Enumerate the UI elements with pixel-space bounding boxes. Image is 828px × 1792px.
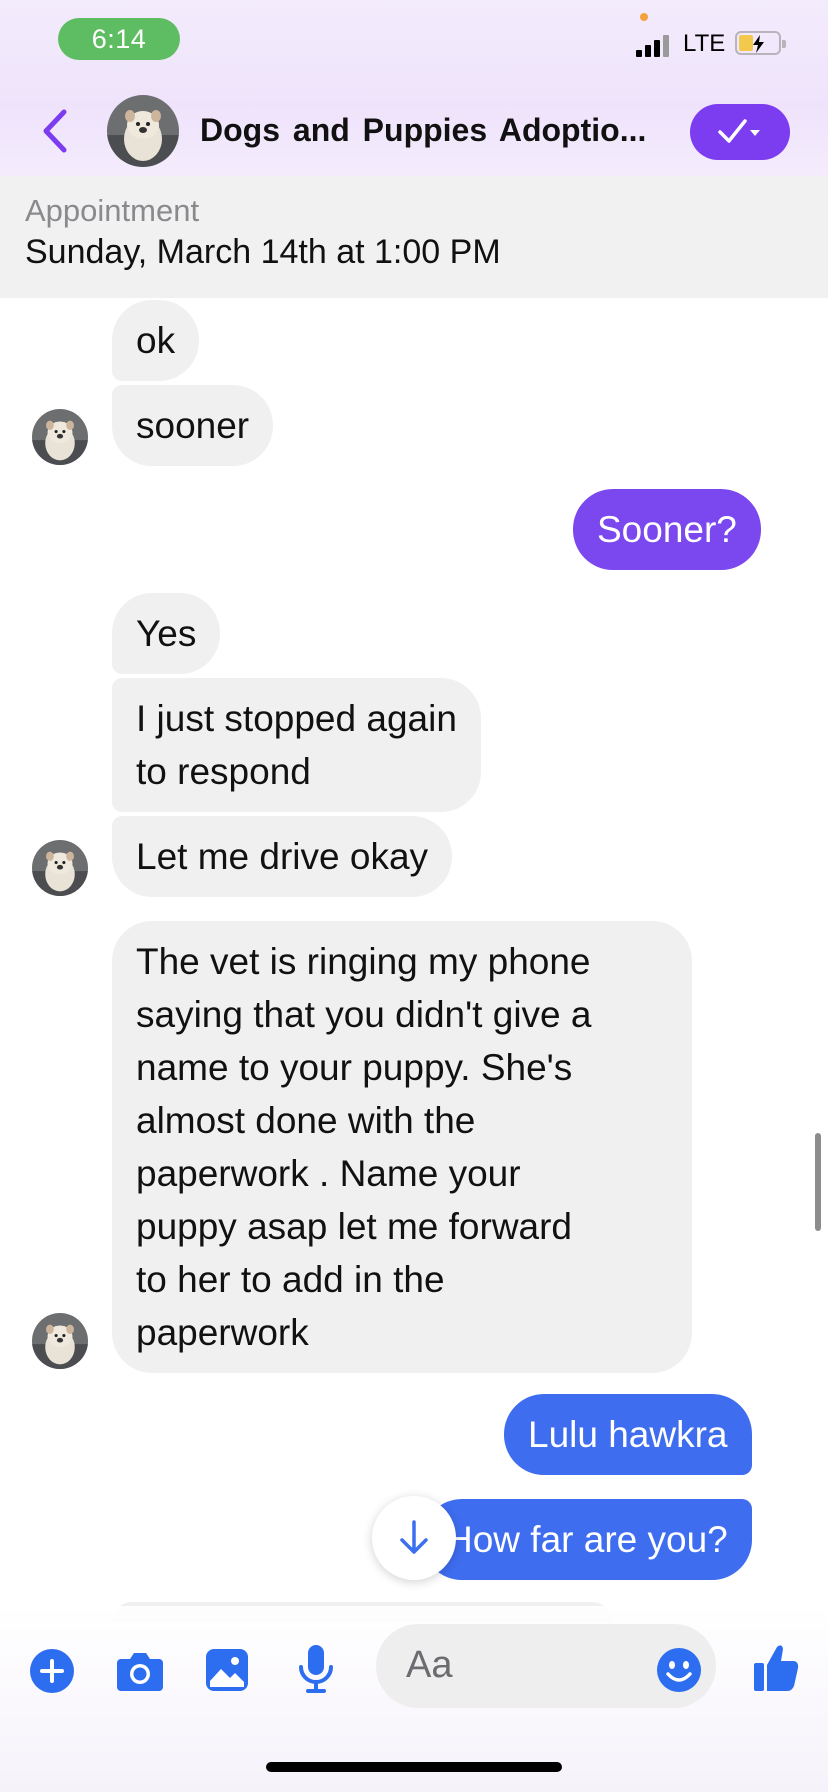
thumbs-up-icon	[754, 1645, 799, 1691]
privacy-indicator-dot	[640, 13, 648, 21]
microphone-icon	[299, 1645, 333, 1693]
gallery-button[interactable]	[204, 1647, 250, 1698]
message-text: How far are you?	[446, 1519, 728, 1560]
microphone-button[interactable]	[297, 1643, 335, 1700]
appointment-label: Appointment	[25, 193, 200, 228]
sender-avatar[interactable]	[32, 409, 88, 465]
message-text: Let me drive okay	[136, 836, 429, 877]
camera-button[interactable]	[115, 1649, 165, 1698]
camera-icon	[117, 1653, 163, 1691]
chat-title[interactable]: Dogs and Puppies Adoptio...	[200, 112, 646, 149]
incoming-message[interactable]: Let me drive okay	[112, 816, 453, 897]
message-text-line: paperwork . Name your	[136, 1153, 521, 1194]
emoji-icon	[657, 1648, 701, 1692]
message-input-placeholder: Aa	[406, 1644, 453, 1686]
verify-menu-button[interactable]	[690, 104, 790, 160]
incoming-message[interactable]: sooner	[112, 385, 274, 466]
incoming-message[interactable]: The vet is ringing my phone saying that …	[112, 921, 692, 1373]
message-text-line: I just stopped again	[136, 698, 457, 739]
sender-avatar[interactable]	[32, 840, 88, 896]
appointment-date: Sunday, March 14th at 1:00 PM	[25, 233, 501, 271]
message-text-line: puppy asap let me forward	[136, 1206, 573, 1247]
incoming-message[interactable]: ok	[112, 300, 200, 381]
back-button[interactable]	[40, 108, 70, 154]
appointment-banner[interactable]: Appointment Sunday, March 14th at 1:00 P…	[0, 176, 828, 298]
plus-icon	[30, 1649, 74, 1693]
message-text-line: to respond	[136, 751, 311, 792]
plus-button[interactable]	[30, 1649, 74, 1698]
scroll-to-bottom-button[interactable]	[372, 1496, 456, 1580]
message-text: Sooner?	[597, 509, 737, 550]
scroll-indicator[interactable]	[815, 1133, 821, 1231]
arrow-down-icon	[400, 1520, 428, 1554]
outgoing-message[interactable]: Sooner?	[573, 489, 761, 570]
message-text-line: saying that you didn't give a	[136, 994, 592, 1035]
contact-avatar[interactable]	[107, 95, 179, 167]
check-dropdown-icon	[718, 119, 760, 143]
message-text: Yes	[136, 613, 197, 654]
message-text: ok	[136, 320, 176, 361]
message-text: sooner	[136, 405, 250, 446]
top-header: 6:14 LTE Dogs and Puppies Adoptio...	[0, 0, 828, 176]
outgoing-message[interactable]: How far are you?	[422, 1499, 752, 1580]
home-indicator[interactable]	[266, 1762, 562, 1772]
status-time: 6:14	[58, 18, 180, 60]
message-text: Lulu hawkra	[528, 1414, 728, 1455]
message-text-line: name to your puppy. She's	[136, 1047, 573, 1088]
message-text-line: The vet is ringing my phone	[136, 941, 591, 982]
emoji-button[interactable]	[656, 1647, 702, 1698]
chevron-left-icon	[43, 109, 67, 153]
outgoing-message[interactable]: Lulu hawkra	[504, 1394, 752, 1475]
image-icon	[206, 1649, 248, 1691]
signal-icon	[636, 33, 672, 57]
message-text-line: almost done with the	[136, 1100, 476, 1141]
like-button[interactable]	[752, 1641, 800, 1698]
battery-icon	[735, 31, 786, 55]
sender-avatar[interactable]	[32, 1313, 88, 1369]
incoming-message[interactable]: Yes	[112, 593, 221, 674]
message-text-line: to her to add in the	[136, 1259, 445, 1300]
message-text-line: paperwork	[136, 1312, 309, 1353]
incoming-message[interactable]: I just stopped again to respond	[112, 678, 481, 812]
network-type: LTE	[683, 30, 726, 57]
